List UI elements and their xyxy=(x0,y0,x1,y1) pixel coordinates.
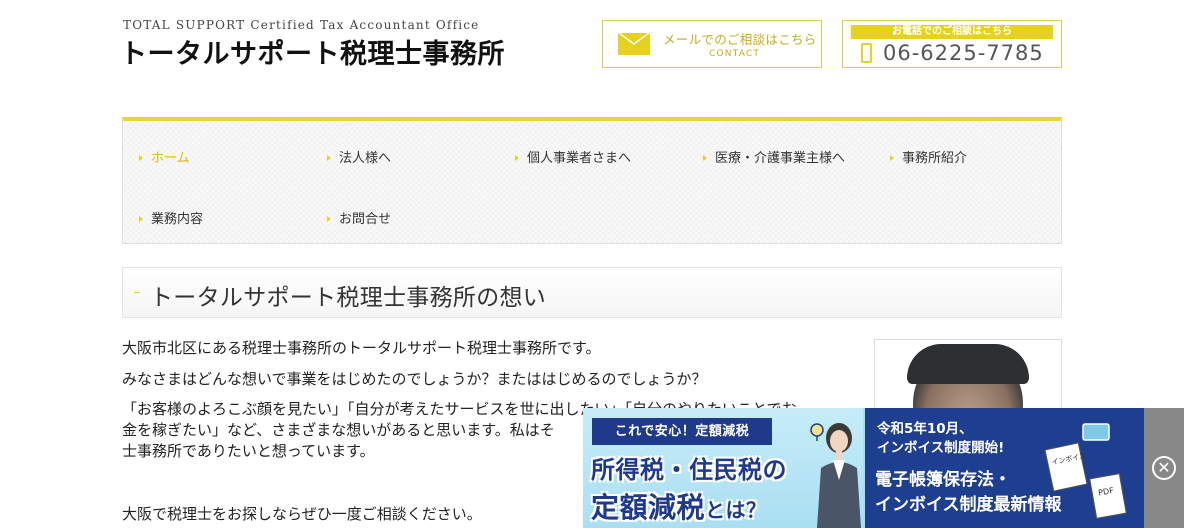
representative-photo xyxy=(874,339,1062,419)
nav-item-corporate[interactable]: 法人様へ xyxy=(327,147,391,166)
close-icon[interactable]: ✕ xyxy=(1152,456,1176,480)
nav-label: 法人様へ xyxy=(339,151,392,166)
nav-item-contact[interactable]: お問合せ xyxy=(327,208,391,227)
arrow-icon xyxy=(515,154,519,161)
ad-headline-2-small: とは？ xyxy=(705,498,767,522)
logo-subtitle: TOTAL SUPPORT Certified Tax Accountant O… xyxy=(123,18,480,32)
nav-label: 事務所紹介 xyxy=(902,151,968,166)
ad-banner[interactable]: これで安心！定額減税 所得税・住民税の 定額減税とは？ 令和5年10月、 インボ… xyxy=(583,408,1144,528)
photo-hair xyxy=(907,344,1029,384)
businesswoman-illustration xyxy=(810,423,861,528)
thoughts-paragraph-line2: 金を稼ぎたい」など、さまざまな想いがあると思います。私はそ xyxy=(122,421,555,439)
phone-icon xyxy=(861,43,872,63)
page-title: トータルサポート税理士事務所の想い xyxy=(150,285,547,311)
nav-item-office[interactable]: 事務所紹介 xyxy=(890,147,967,166)
nav-item-services[interactable]: 業務内容 xyxy=(139,208,203,227)
ad-right-line1: 令和5年10月、 xyxy=(877,421,973,437)
ad-invoice-headline: 令和5年10月、 インボイス制度開始! xyxy=(877,420,1004,458)
ad-close-area: ✕ xyxy=(1144,408,1184,528)
ad-right-line2: インボイス制度開始! xyxy=(877,440,1005,456)
thoughts-paragraph-line3: 士事務所でありたいと想っています。 xyxy=(122,442,375,460)
phone-number[interactable]: 06-6225-7785 xyxy=(883,41,1044,65)
nav-item-medical-care[interactable]: 医療・介護事業主様へ xyxy=(703,147,845,166)
envelope-icon xyxy=(618,33,650,55)
arrow-icon xyxy=(139,154,143,161)
nav-label: ホーム xyxy=(151,151,190,166)
question-paragraph: みなさまはどんな想いで事業をはじめたのでしょうか？またははじめるのでしょうか？ xyxy=(122,370,707,388)
ad-right-line3: 電子帳簿保存法・ xyxy=(875,470,1011,490)
mail-contact-label: メールでのご相談はこちら xyxy=(663,32,817,47)
ad-headline-2: 定額減税とは？ xyxy=(591,486,767,526)
ad-right-line4: インボイス制度最新情報 xyxy=(875,495,1062,515)
arrow-icon xyxy=(327,215,331,222)
main-nav: ホーム 法人様へ 個人事業者さまへ 医療・介護事業主様へ 事務所紹介 業務内容 … xyxy=(122,117,1062,244)
consult-paragraph: 大阪で税理士をお探しならぜひ一度ご相談ください。 xyxy=(122,505,482,523)
arrow-icon xyxy=(703,154,707,161)
arrow-icon xyxy=(890,154,894,161)
nav-label: お問合せ xyxy=(339,212,392,227)
nav-item-sole-proprietor[interactable]: 個人事業者さまへ xyxy=(515,147,631,166)
arrow-icon xyxy=(139,215,143,222)
arrow-icon xyxy=(327,154,331,161)
ad-headline-1: 所得税・住民税の xyxy=(591,456,787,484)
ad-invoice-body: 電子帳簿保存法・ インボイス制度最新情報 xyxy=(875,468,1062,518)
nav-item-home[interactable]: ホーム xyxy=(139,147,190,166)
section-heading: トータルサポート税理士事務所の想い xyxy=(122,267,1062,318)
nav-label: 業務内容 xyxy=(151,212,204,227)
nav-label: 個人事業者さまへ xyxy=(527,151,632,166)
site-logo[interactable]: トータルサポート税理士事務所 xyxy=(120,32,505,71)
phone-contact-box[interactable]: お電話でのご相談はこちら 06-6225-7785 xyxy=(842,20,1062,68)
documents-illustration: インボイス PDF xyxy=(1044,423,1127,519)
intro-paragraph: 大阪市北区にある税理士事務所のトータルサポート税理士事務所です。 xyxy=(122,339,601,357)
mail-contact-sublabel: CONTACT xyxy=(709,49,761,59)
mail-contact-button[interactable]: メールでのご相談はこちら CONTACT xyxy=(602,20,822,68)
heading-mark xyxy=(134,292,140,293)
ad-right-panel[interactable]: 令和5年10月、 インボイス制度開始! 電子帳簿保存法・ インボイス制度最新情報… xyxy=(865,408,1144,528)
ad-headline-2-main: 定額減税 xyxy=(591,491,706,524)
ad-tag: これで安心！定額減税 xyxy=(592,418,772,445)
phone-contact-label: お電話でのご相談はこちら xyxy=(851,25,1053,39)
nav-label: 医療・介護事業主様へ xyxy=(715,151,846,166)
